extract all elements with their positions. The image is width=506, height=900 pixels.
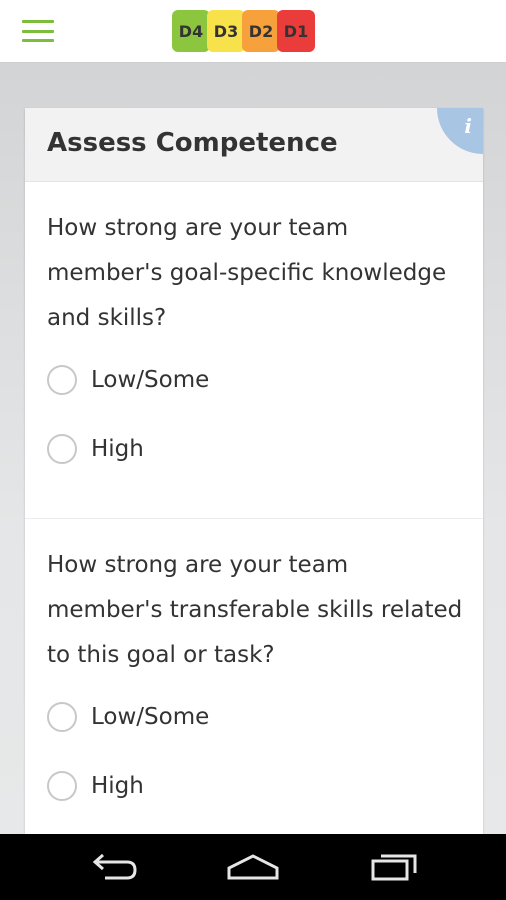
logo-chip-d2: D2 [242,10,280,52]
system-navigation-bar [0,834,506,900]
option-label: High [91,773,144,799]
home-icon[interactable] [223,850,283,886]
radio-button[interactable] [47,771,77,801]
logo-chip-d1: D1 [277,10,315,52]
question-1-option-high[interactable]: High [47,431,144,467]
option-label: High [91,436,144,462]
question-1: How strong are your team member's goal-s… [25,182,483,519]
back-icon[interactable] [83,850,143,886]
main-content: Assess Competence i How strong are your … [0,63,506,868]
question-2-option-low-some[interactable]: Low/Some [47,699,209,735]
question-2-option-high[interactable]: High [47,768,144,804]
question-2: How strong are your team member's transf… [25,519,483,868]
recent-apps-icon[interactable] [365,850,425,886]
question-2-text: How strong are your team member's transf… [47,552,463,668]
hamburger-menu-icon[interactable] [22,20,54,42]
card-header: Assess Competence i [25,108,483,182]
card-title: Assess Competence [47,128,338,158]
app-header: D4 D3 D2 D1 [0,0,506,63]
radio-button[interactable] [47,702,77,732]
radio-button[interactable] [47,434,77,464]
assessment-card: Assess Competence i How strong are your … [25,108,483,868]
logo-chip-d4: D4 [172,10,210,52]
radio-button[interactable] [47,365,77,395]
question-1-option-low-some[interactable]: Low/Some [47,362,209,398]
d-levels-logo: D4 D3 D2 D1 [172,10,315,52]
option-label: Low/Some [91,367,210,393]
option-label: Low/Some [91,704,210,730]
info-glyph: i [464,114,472,138]
question-1-text: How strong are your team member's goal-s… [47,215,447,331]
info-icon[interactable]: i [437,108,483,154]
logo-chip-d3: D3 [207,10,245,52]
